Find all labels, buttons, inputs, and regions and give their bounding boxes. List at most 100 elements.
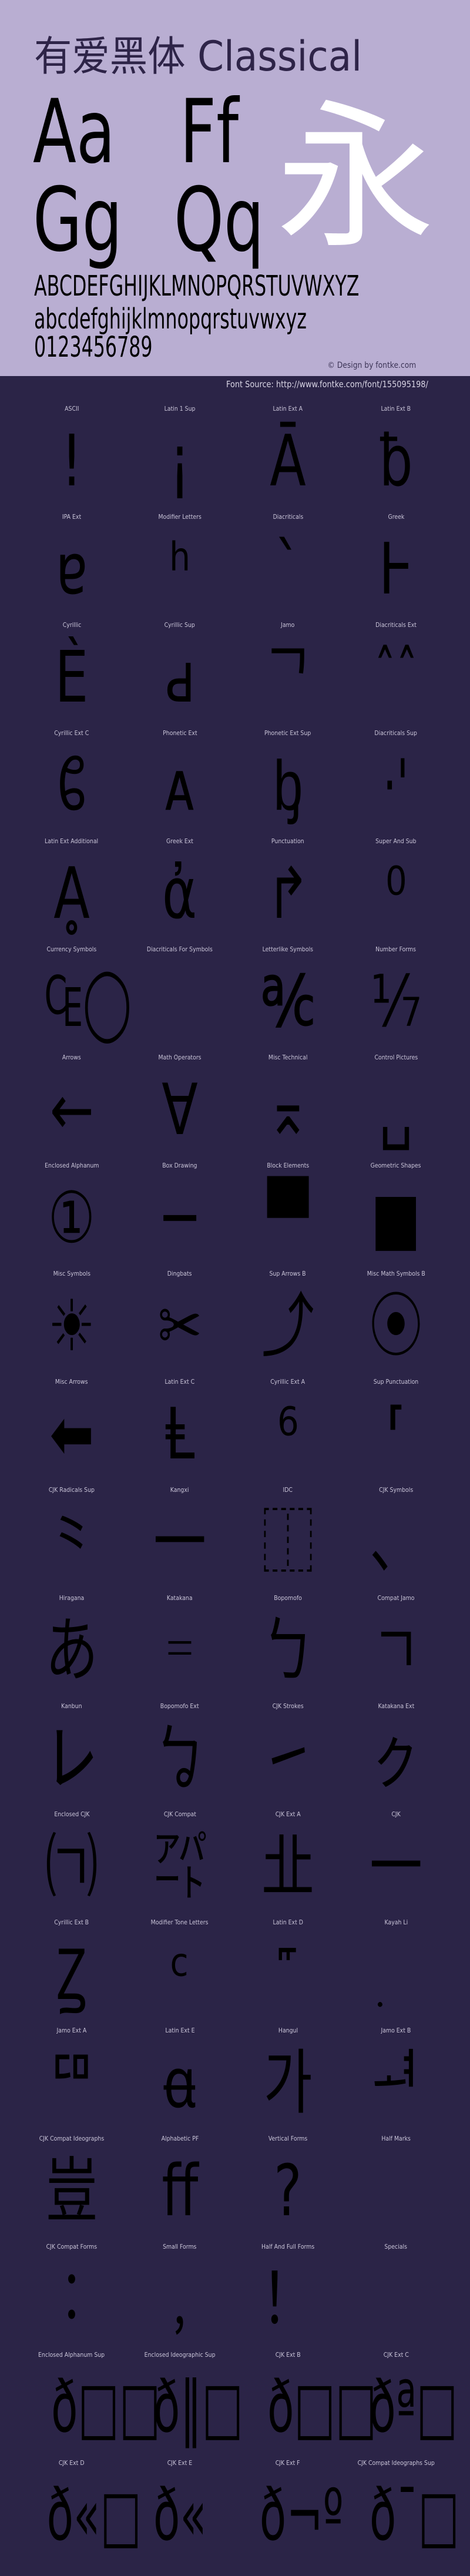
glyph-text: ᄀ [263,637,313,719]
block-sample-glyph: ð«□ [18,2472,141,2560]
block-cell: CJK Ext D ð«□ [18,2459,141,2567]
block-cell: Half Marks [342,2135,450,2243]
block-sample-glyph: ！ [234,2256,342,2344]
block-cell: Small Forms ﹐ [126,2243,234,2351]
block-cell: Latin Ext B ƀ [342,405,450,513]
block-sample-glyph: ð□□ [18,2364,160,2452]
block-label: Latin Ext D [234,1918,342,1927]
block-label: Kayah Li [342,1918,450,1927]
block-label: CJK Radicals Sup [18,1486,126,1494]
block-cell: Sup Punctuation ⸢ [342,1378,450,1486]
block-sample-glyph: ↱ [234,850,342,938]
block-label-text: Latin Ext B [381,405,411,412]
block-label: Enclosed Ideographic Sup [126,2351,234,2359]
block-label: Cyrillic Ext C [18,729,126,737]
block-sample-glyph: あ [18,1607,126,1695]
block-label-text: Greek Ext [166,837,193,845]
block-sample-glyph: ⁰ [342,850,450,938]
block-label: Box Drawing [126,1162,234,1170]
block-label-text: Diacriticals For Symbols [147,945,213,953]
block-label: CJK Compat Forms [18,2243,126,2251]
block-label-text: Kangxi [170,1486,189,1494]
block-cell: Currency Symbols ₠◯ [18,945,132,1054]
block-cell: Hiragana あ [18,1594,126,1702]
block-sample-glyph: ゠ [126,1607,234,1695]
block-label: Enclosed Alphanum [18,1162,126,1170]
block-sample-glyph: ⺀ [18,1499,126,1587]
block-sample-glyph: ㆑ [18,1715,126,1803]
block-cell: Bopomofo Ext ㆠ [126,1702,234,1810]
block-label-text: Modifier Tone Letters [151,1918,209,1926]
block-label-text: Specials [384,2243,408,2250]
block-label: Greek [342,513,450,521]
block-sample-glyph: ✂ [126,1283,234,1371]
block-sample-glyph: Ⱡ [126,1391,234,1479]
block-label-text: Enclosed Ideographic Sup [144,2351,216,2359]
block-sample-glyph: ·' [342,742,450,830]
block-sample-glyph: 豈 [18,2148,126,2236]
hero-glyph: 永 [276,85,435,270]
block-label: Enclosed Alphanum Sup [18,2351,126,2359]
block-label-text: Misc Technical [268,1054,308,1061]
glyph-text: ☀ [48,1286,96,1367]
block-label-text: Latin Ext D [273,1918,303,1926]
block-label-text: Diacriticals Ext [375,621,417,629]
block-cell: Box Drawing ─ [126,1162,234,1270]
block-sample-glyph: ԁ [126,634,234,722]
glyph-text: ᶀ [273,745,303,827]
block-sample-glyph: 一 [342,1823,450,1911]
glyph-text: ⁶ [277,1394,299,1475]
glyph-text: 一 [370,1826,422,1908]
block-label-text: Number Forms [375,945,417,953]
block-cell: Katakana Ext ㇰ [342,1702,450,1810]
block-sample-glyph: ▀ [234,1175,342,1263]
block-sample-glyph: ﹐ [126,2256,234,2344]
block-label: Diacriticals For Symbols [126,945,234,954]
block-label: CJK [342,1810,450,1819]
glyph-text: ▀ [267,1178,308,1259]
block-label-text: Arrows [62,1054,81,1061]
block-label: CJK Compat [126,1810,234,1819]
block-label: Half Marks [342,2135,450,2143]
block-label-text: Currency Symbols [46,945,97,953]
glyph-text: ? [274,2151,302,2232]
block-sample-glyph: ⼀ [126,1499,234,1587]
block-label-text: CJK Symbols [378,1486,414,1494]
glyph-text: ─ [163,1178,196,1259]
glyph-text: ﹐ [153,2259,206,2340]
font-source-link[interactable]: Font Source: http://www.fontke.com/font/… [226,379,461,390]
block-label: CJK Compat Ideographs [18,2135,126,2143]
block-label: Specials [342,2243,450,2251]
block-label-text: Sup Arrows B [269,1270,307,1277]
block-sample-glyph: ꥠ [18,2040,126,2128]
block-label: Diacriticals Ext [342,621,450,629]
glyph-text: ʰ [169,529,191,611]
block-cell: CJK Strokes ㇀ [234,1702,342,1810]
block-label: Phonetic Ext [126,729,234,737]
block-label-text: CJK Ext B [275,2351,301,2359]
block-cell: Hangul 가 [234,2027,342,2135]
block-label: Greek Ext [126,837,234,846]
glyph-text: ꬰ [163,2042,196,2124]
block-cell: CJK Compat Ideographs 豈 [18,2135,126,2243]
block-cell: Super And Sub ⁰ [342,837,450,945]
block-sample-glyph: ─ [126,1175,234,1263]
sample-pair-gg: Gg [33,169,123,271]
block-sample-glyph: Ꙁ [18,1931,126,2020]
glyph-text: ¡ [169,421,191,502]
block-label: Dingbats [126,1270,234,1278]
glyph-text: ἀ [162,853,197,935]
block-sample-glyph: ⌅ [234,1066,342,1155]
block-label-text: Geometric Shapes [371,1162,421,1169]
block-sample-glyph: ㌀ [126,1823,234,1911]
glyph-text: ㌀ [153,1826,206,1908]
block-cell: Jamo Ext A ꥠ [18,2027,126,2135]
block-sample-glyph: ︰ [18,2256,126,2344]
block-cell: Kayah Li꤫ [342,1918,450,2027]
glyph-text: ㄅ [261,1610,314,1692]
block-label-text: Jamo Ext B [381,2027,411,2034]
block-label: Sup Arrows B [234,1270,342,1278]
block-label-text: Block Elements [267,1162,309,1169]
glyph-text: ㇀ [261,1718,314,1800]
block-label-text: Alphabetic PF [161,2135,199,2142]
